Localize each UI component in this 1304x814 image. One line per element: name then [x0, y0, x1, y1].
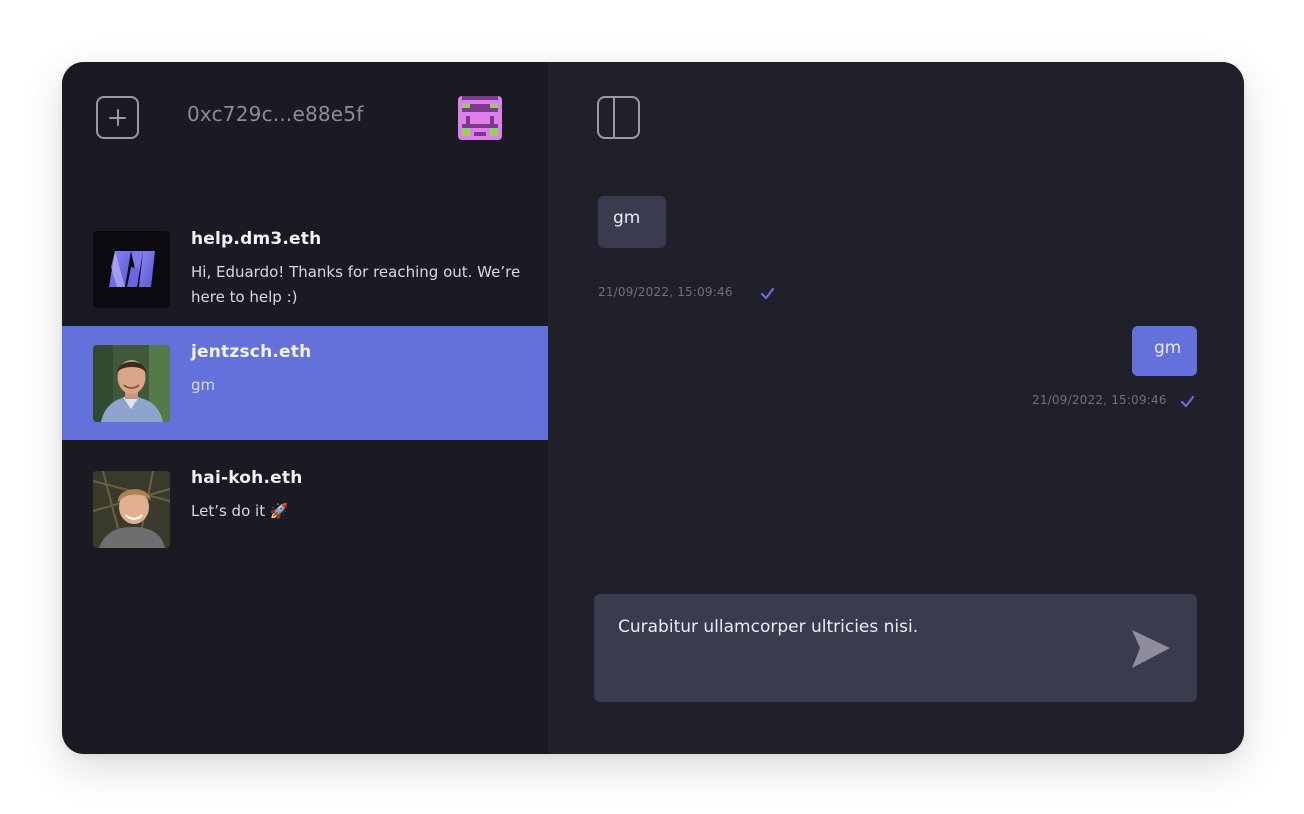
message-text: gm — [1154, 338, 1182, 358]
contacts-sidebar: 0xc729c...e88e5f help.dm3.eth Hi, Eduard… — [62, 62, 548, 754]
contact-avatar — [93, 471, 170, 548]
message-bubble-outgoing: gm — [1132, 326, 1197, 376]
contact-preview: Hi, Eduardo! Thanks for reaching out. We… — [191, 263, 521, 306]
contact-name: help.dm3.eth — [191, 229, 322, 249]
app-window: 0xc729c...e88e5f help.dm3.eth Hi, Eduard… — [62, 62, 1244, 754]
contact-item-hai-koh[interactable]: hai-koh.eth Let’s do it 🚀 — [62, 440, 548, 552]
dm3-logo-icon — [109, 251, 155, 287]
contact-item-jentzsch[interactable]: jentzsch.eth gm — [62, 326, 548, 440]
contact-preview: gm — [191, 376, 216, 394]
message-input[interactable] — [618, 612, 1118, 642]
chat-panel: gm 21/09/2022, 15:09:46 gm 21/09/2022, 1… — [548, 62, 1244, 754]
contact-avatar — [93, 231, 170, 308]
message-timestamp: 21/09/2022, 15:09:46 — [598, 285, 733, 299]
message-bubble-incoming: gm — [598, 196, 666, 248]
contact-name: hai-koh.eth — [191, 468, 303, 488]
account-avatar[interactable] — [458, 96, 502, 140]
check-icon — [1180, 395, 1195, 408]
message-timestamp: 21/09/2022, 15:09:46 — [1032, 393, 1167, 407]
person-photo-icon — [93, 345, 170, 422]
check-icon — [760, 287, 775, 300]
identicon-icon — [458, 96, 502, 140]
contact-preview: Let’s do it 🚀 — [191, 502, 289, 520]
contact-avatar — [93, 345, 170, 422]
account-address: 0xc729c...e88e5f — [187, 102, 364, 126]
send-icon — [1132, 630, 1170, 668]
sidebar-toggle-button[interactable] — [597, 96, 640, 139]
contact-name: jentzsch.eth — [191, 342, 312, 362]
contact-item-help-dm3[interactable]: help.dm3.eth Hi, Eduardo! Thanks for rea… — [62, 214, 548, 326]
message-text: gm — [613, 208, 641, 228]
new-chat-button[interactable] — [96, 96, 139, 139]
send-button[interactable] — [1128, 626, 1172, 670]
message-composer — [594, 594, 1197, 702]
person-photo-icon — [93, 471, 170, 548]
